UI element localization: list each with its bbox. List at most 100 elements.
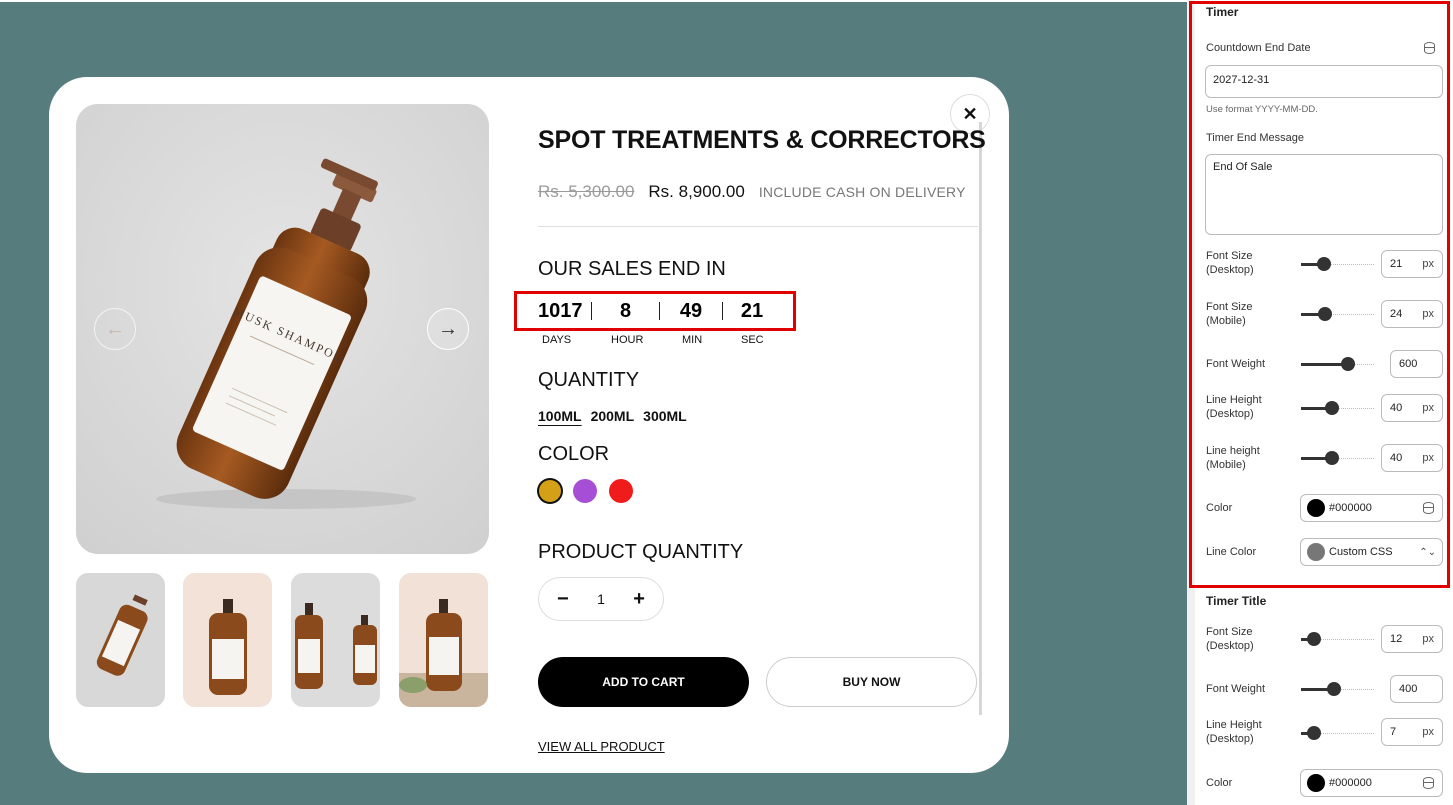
product-title: SPOT TREATMENTS & CORRECTORS: [538, 126, 986, 154]
title-line-height-desktop-label: Line Height (Desktop): [1206, 719, 1262, 745]
thumbnail-1[interactable]: [76, 573, 165, 707]
thumbnail-3[interactable]: [291, 573, 380, 707]
database-icon[interactable]: [1423, 502, 1434, 514]
font-size-desktop-input[interactable]: 21 px: [1381, 250, 1443, 278]
quantity-value[interactable]: 1: [597, 591, 605, 607]
thumbnail-strip: [76, 573, 489, 707]
font-size-mobile-label: Font Size (Mobile): [1206, 301, 1253, 327]
title-font-size-desktop-label: Font Size (Desktop): [1206, 626, 1254, 652]
font-size-desktop-slider[interactable]: [1301, 257, 1374, 271]
color-swatch-purple[interactable]: [573, 479, 597, 503]
timer-label-hours: HOUR: [611, 334, 644, 346]
preview-top-border: [0, 0, 1187, 2]
title-line-height-desktop-slider[interactable]: [1301, 726, 1374, 740]
color-heading: COLOR: [538, 443, 610, 465]
color-swatch-red[interactable]: [609, 479, 633, 503]
line-height-desktop-input[interactable]: 40 px: [1381, 394, 1443, 422]
slider-handle[interactable]: [1341, 357, 1355, 371]
font-weight-label: Font Weight: [1206, 358, 1266, 370]
slider-track: [1314, 733, 1374, 734]
timer-label-seconds: SEC: [741, 334, 764, 346]
next-image-arrow-icon[interactable]: →: [427, 308, 469, 350]
countdown-end-date-label: Countdown End Date: [1206, 42, 1311, 54]
title-color-value: #000000: [1329, 777, 1372, 789]
main-product-image: MUSK SHAMPOO ← →: [76, 104, 489, 554]
slider-handle[interactable]: [1317, 257, 1331, 271]
variant-300ml[interactable]: 300ML: [643, 408, 687, 424]
title-font-size-desktop-slider[interactable]: [1301, 632, 1374, 646]
countdown-timer: 1017 8 49 21: [538, 298, 781, 324]
title-color-preview-dot: [1307, 774, 1325, 792]
timer-end-message-textarea[interactable]: End Of Sale: [1205, 154, 1443, 235]
date-format-help: Use format YYYY-MM-DD.: [1206, 104, 1318, 115]
font-weight-input[interactable]: 600: [1390, 350, 1443, 378]
timer-minutes: 49: [679, 299, 703, 322]
line-height-mobile-label: Line height (Mobile): [1206, 445, 1260, 471]
slider-handle[interactable]: [1327, 682, 1341, 696]
line-height-mobile-input[interactable]: 40 px: [1381, 444, 1443, 472]
decrease-quantity-button[interactable]: −: [557, 588, 569, 611]
line-color-preview-dot: [1307, 543, 1325, 561]
database-icon[interactable]: [1424, 42, 1435, 54]
compare-at-price: Rs. 5,300.00: [538, 182, 635, 201]
line-height-desktop-slider[interactable]: [1301, 401, 1374, 415]
quantity-heading: QUANTITY: [538, 369, 640, 391]
font-weight-slider[interactable]: [1301, 357, 1374, 371]
slider-handle[interactable]: [1307, 726, 1321, 740]
slider-handle[interactable]: [1318, 307, 1332, 321]
title-font-weight-label: Font Weight: [1206, 683, 1266, 695]
line-height-mobile-slider[interactable]: [1301, 451, 1374, 465]
title-font-weight-slider[interactable]: [1301, 682, 1374, 696]
thumbnail-4[interactable]: [399, 573, 488, 707]
font-size-mobile-slider[interactable]: [1301, 307, 1374, 321]
timer-seconds: 21: [740, 299, 764, 322]
slider-track: [1314, 639, 1374, 640]
slider-track: [1325, 314, 1374, 315]
view-all-product-link[interactable]: VIEW ALL PRODUCT: [538, 739, 665, 754]
title-color-label: Color: [1206, 777, 1233, 789]
color-value: #000000: [1329, 502, 1372, 514]
variant-200ml[interactable]: 200ML: [591, 408, 635, 424]
size-variants: 100ML 200ML 300ML: [538, 408, 687, 424]
countdown-end-date-input[interactable]: 2027-12-31: [1205, 65, 1443, 98]
timer-end-message-label: Timer End Message: [1206, 132, 1305, 144]
line-color-label: Line Color: [1206, 546, 1257, 558]
product-quantity-heading: PRODUCT QUANTITY: [538, 541, 744, 563]
font-size-mobile-input[interactable]: 24 px: [1381, 300, 1443, 328]
slider-handle[interactable]: [1325, 451, 1339, 465]
storefront-preview: MUSK SHAMPOO ← → ✕ SPOT TREATMENTS & COR…: [0, 0, 1187, 805]
product-info: SPOT TREATMENTS & CORRECTORS Rs. 5,300.0…: [514, 77, 986, 773]
price-row: Rs. 5,300.00 Rs. 8,900.00 INCLUDE CASH O…: [538, 182, 966, 202]
timer-title-section-heading: Timer Title: [1206, 594, 1267, 608]
timer-label-days: DAYS: [542, 334, 572, 346]
title-font-weight-input[interactable]: 400: [1390, 675, 1443, 703]
timer-hours: 8: [619, 299, 632, 322]
quantity-stepper: − 1 +: [538, 577, 664, 621]
slider-handle[interactable]: [1325, 401, 1339, 415]
title-font-size-desktop-input[interactable]: 12 px: [1381, 625, 1443, 653]
title-color-picker[interactable]: #000000: [1300, 769, 1443, 797]
previous-image-arrow-icon[interactable]: ←: [94, 308, 136, 350]
slider-track: [1324, 264, 1374, 265]
modal-scrollbar[interactable]: [979, 122, 982, 715]
line-color-value: Custom CSS: [1329, 546, 1393, 558]
divider: [538, 226, 978, 227]
timer-section-heading: Timer: [1206, 5, 1239, 19]
buy-now-button[interactable]: BUY NOW: [766, 657, 977, 707]
database-icon[interactable]: [1423, 777, 1434, 789]
color-preview-dot: [1307, 499, 1325, 517]
font-size-desktop-label: Font Size (Desktop): [1206, 250, 1254, 276]
color-swatch-gold[interactable]: [539, 480, 561, 502]
slider-handle[interactable]: [1307, 632, 1321, 646]
increase-quantity-button[interactable]: +: [633, 588, 645, 611]
variant-100ml[interactable]: 100ML: [538, 408, 582, 424]
sale-price: Rs. 8,900.00: [648, 182, 745, 201]
color-swatches: [538, 479, 633, 503]
color-picker[interactable]: #000000: [1300, 494, 1443, 522]
add-to-cart-button[interactable]: ADD TO CART: [538, 657, 749, 707]
thumbnail-2[interactable]: [183, 573, 272, 707]
timer-days: 1017: [538, 299, 583, 322]
title-line-height-desktop-input[interactable]: 7 px: [1381, 718, 1443, 746]
timer-label-minutes: MIN: [682, 334, 703, 346]
line-color-select[interactable]: Custom CSS ⌃⌄: [1300, 538, 1443, 566]
